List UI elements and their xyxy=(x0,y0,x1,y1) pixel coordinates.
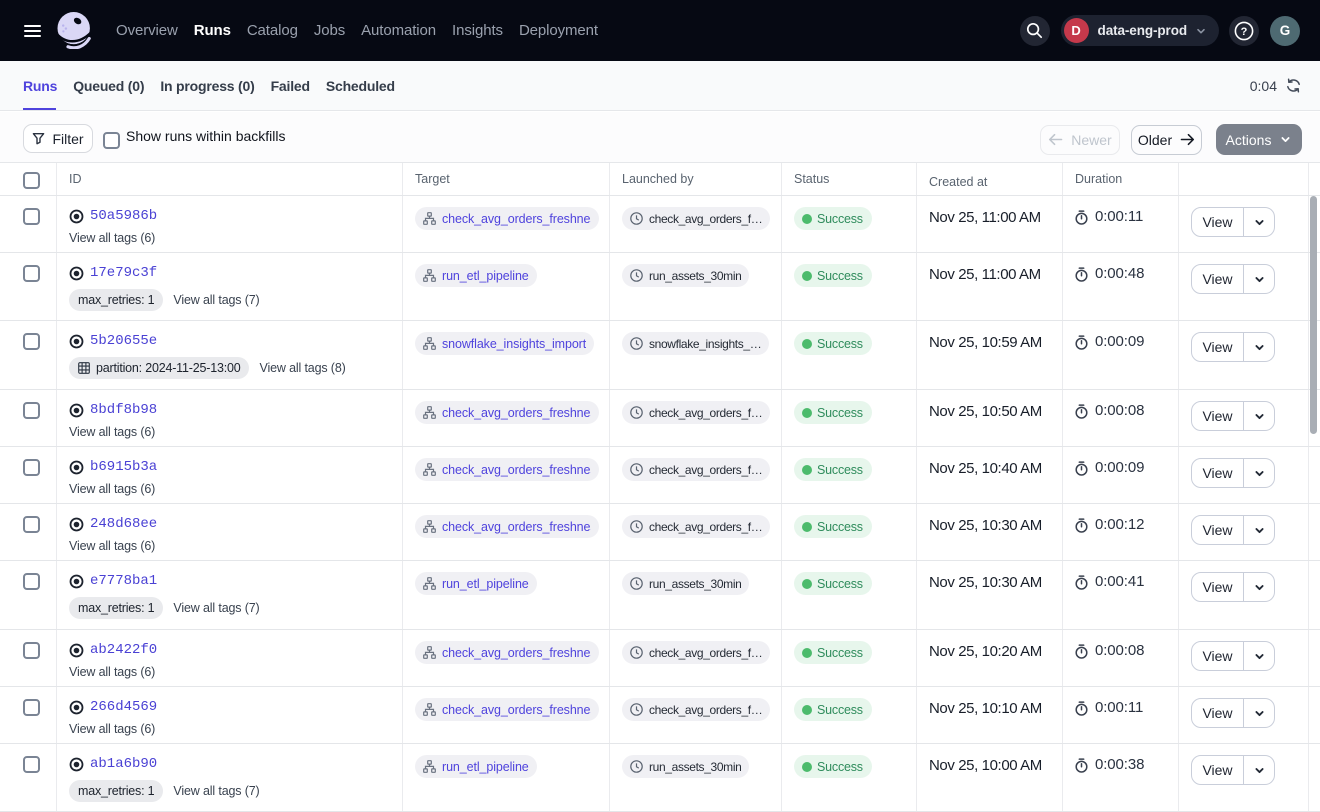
svg-text:?: ? xyxy=(1241,26,1248,38)
